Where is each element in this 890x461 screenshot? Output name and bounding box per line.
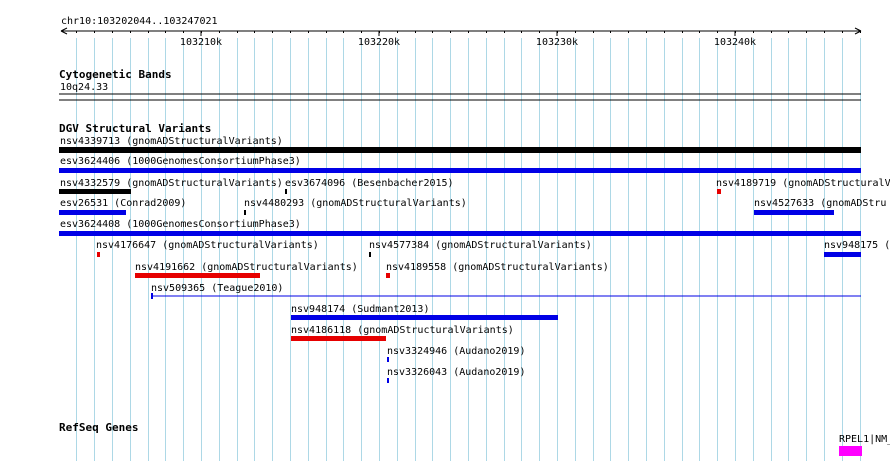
variant-label: nsv4189558 (gnomADStructuralVariants) [386,262,609,273]
variant-feature[interactable]: esv3674096 (Besenbacher2015) [285,178,454,194]
variant-bar-end [151,293,153,299]
variant-label: esv3624406 (1000GenomesConsortiumPhase3) [60,156,301,167]
gene-feature[interactable]: RPEL1|NM_ [839,434,890,456]
genome-browser-track-view[interactable]: chr10:103202044..103247021 103210k 10322… [0,0,890,461]
refseq-track-title: RefSeq Genes [59,421,138,434]
gene-label: RPEL1|NM_ [839,434,890,445]
variant-bar[interactable] [59,147,861,153]
variant-label: nsv509365 (Teague2010) [151,283,283,294]
variant-feature[interactable]: nsv948175 ( [824,240,890,257]
gene-bar[interactable] [839,446,862,456]
variant-feature[interactable]: nsv4480293 (gnomADStructuralVariants) [244,198,467,215]
variant-label: nsv4176647 (gnomADStructuralVariants) [96,240,319,251]
variant-bar[interactable] [59,231,861,236]
ruler-tick-label: 103240k [714,37,756,48]
ruler-tick-label: 103230k [536,37,578,48]
variant-bar[interactable] [824,252,861,257]
variant-feature[interactable]: nsv4186118 (gnomADStructuralVariants) [291,325,514,341]
cytoband-track: Cytogenetic Bands 10q24.33 [59,68,861,101]
region-label: chr10:103202044..103247021 [61,16,218,27]
variant-bar[interactable] [59,168,861,173]
variant-bar[interactable] [97,252,100,257]
variant-feature[interactable]: nsv4332579 (gnomADStructuralVariants) [59,178,283,194]
variant-feature[interactable]: nsv948174 (Sudmant2013) [291,304,558,320]
variant-label: nsv4189719 (gnomADStructuralV [716,178,890,189]
variant-label: nsv4332579 (gnomADStructuralVariants) [60,178,283,189]
variant-bar[interactable] [386,273,390,278]
variant-feature[interactable]: esv3624406 (1000GenomesConsortiumPhase3) [59,156,861,173]
variant-label: nsv948174 (Sudmant2013) [291,304,429,315]
variant-feature[interactable]: nsv4577384 (gnomADStructuralVariants) [369,240,592,257]
variant-feature[interactable]: nsv4527633 (gnomADStru [754,198,886,215]
cytoband-label: 10q24.33 [60,82,108,93]
variant-label: nsv4191662 (gnomADStructuralVariants) [135,262,358,273]
variant-bar[interactable] [369,252,371,257]
variant-label: esv3674096 (Besenbacher2015) [285,178,454,189]
variant-label: nsv948175 ( [824,240,890,251]
variant-feature[interactable]: nsv4339713 (gnomADStructuralVariants) [59,136,861,153]
variant-label: esv26531 (Conrad2009) [60,198,186,209]
variant-feature[interactable]: nsv4189719 (gnomADStructuralV [716,178,890,194]
variant-bar[interactable] [754,210,834,215]
variant-label: nsv3326043 (Audano2019) [387,367,525,378]
variant-feature[interactable]: esv3624408 (1000GenomesConsortiumPhase3) [59,219,861,236]
variant-bar[interactable] [135,273,260,278]
variant-bar[interactable] [387,357,389,362]
variant-bar[interactable] [387,378,389,383]
variant-label: nsv4186118 (gnomADStructuralVariants) [291,325,514,336]
variant-bar[interactable] [59,189,131,194]
variant-label: nsv4339713 (gnomADStructuralVariants) [60,136,283,147]
ruler-tick-label: 103210k [180,37,222,48]
variant-bar[interactable] [285,189,287,194]
variant-feature[interactable]: nsv4176647 (gnomADStructuralVariants) [96,240,319,257]
dgv-track-title: DGV Structural Variants [59,122,211,135]
variant-feature[interactable]: nsv4191662 (gnomADStructuralVariants) [135,262,358,278]
cytoband-track-title: Cytogenetic Bands [59,68,172,81]
variant-label: nsv3324946 (Audano2019) [387,346,525,357]
variant-bar[interactable] [244,210,246,215]
variant-label: nsv4527633 (gnomADStru [754,198,886,209]
variant-feature[interactable]: esv26531 (Conrad2009) [59,198,186,215]
variant-bar[interactable] [717,189,721,194]
variant-label: esv3624408 (1000GenomesConsortiumPhase3) [60,219,301,230]
ruler[interactable]: chr10:103202044..103247021 103210k 10322… [60,16,862,48]
ruler-tick-label: 103220k [358,37,400,48]
variant-label: nsv4480293 (gnomADStructuralVariants) [244,198,467,209]
variant-bar[interactable] [291,336,386,341]
variant-feature[interactable]: nsv509365 (Teague2010) [151,283,861,299]
variant-bar[interactable] [291,315,558,320]
variant-label: nsv4577384 (gnomADStructuralVariants) [369,240,592,251]
variant-bar[interactable] [59,210,126,215]
